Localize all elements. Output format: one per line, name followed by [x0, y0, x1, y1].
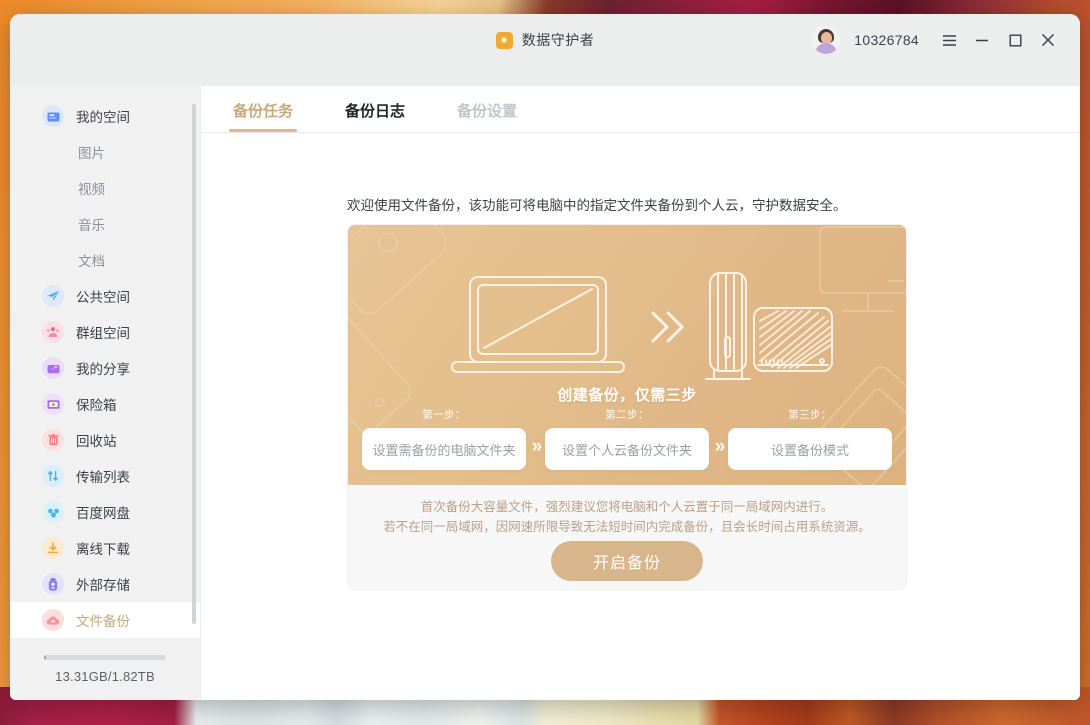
cta-container: 开启备份: [348, 541, 906, 581]
sidebar-item-my-space[interactable]: 我的空间: [10, 98, 200, 134]
storage-usage-label: 13.31GB/1.82TB: [10, 669, 200, 684]
sidebar-item-label: 保险箱: [76, 394, 117, 414]
backup-notice: 首次备份大容量文件，强烈建议您将电脑和个人云置于同一局域网内进行。 若不在同一局…: [348, 497, 906, 537]
minimize-icon[interactable]: [972, 30, 992, 50]
sidebar-item-label: 音乐: [78, 214, 105, 234]
sidebar-item-videos[interactable]: 视频: [10, 170, 200, 206]
sidebar-item-offline-download[interactable]: 离线下载: [10, 530, 200, 566]
download-icon: [42, 537, 64, 559]
sidebar-item-baidu-netdisk[interactable]: 百度网盘: [10, 494, 200, 530]
sidebar-item-label: 百度网盘: [76, 502, 130, 522]
sidebar-item-transfer-list[interactable]: 传输列表: [10, 458, 200, 494]
sidebar-item-file-backup[interactable]: 文件备份: [10, 602, 200, 638]
step-arrow-1-icon: »: [526, 436, 545, 458]
sidebar-item-label: 我的空间: [76, 106, 130, 126]
backup-intro-card: 创建备份，仅需三步 第一步： 设置需备份的电脑文件夹 » 第二步： 设置个人云备…: [347, 224, 907, 590]
hamburger-menu-icon[interactable]: [939, 30, 959, 50]
sidebar-item-external-storage[interactable]: 外部存储: [10, 566, 200, 602]
user-id-label[interactable]: 10326784: [854, 32, 919, 48]
backup-panel: 欢迎使用文件备份，该功能可将电脑中的指定文件夹备份到个人云，守护数据安全。: [201, 133, 1080, 700]
sidebar-item-safe-box[interactable]: 保险箱: [10, 386, 200, 422]
tab-backup-tasks[interactable]: 备份任务: [233, 100, 293, 132]
step-3: 第三步： 设置备份模式: [728, 407, 892, 470]
sidebar-nav: 我的空间 图片 视频 音乐 文档 公共空间: [10, 98, 200, 645]
sidebar-item-label: 图片: [78, 142, 105, 162]
window-body: 我的空间 图片 视频 音乐 文档 公共空间: [10, 86, 1080, 700]
hero-illustration: 创建备份，仅需三步 第一步： 设置需备份的电脑文件夹 » 第二步： 设置个人云备…: [348, 225, 906, 485]
sidebar-item-pictures[interactable]: 图片: [10, 134, 200, 170]
step-1-box[interactable]: 设置需备份的电脑文件夹: [362, 428, 526, 470]
step-1-label: 第一步：: [422, 407, 466, 422]
sidebar-item-label: 文件备份: [76, 610, 130, 630]
sidebar-item-label: 视频: [78, 178, 105, 198]
start-backup-button[interactable]: 开启备份: [551, 541, 703, 581]
sidebar: 我的空间 图片 视频 音乐 文档 公共空间: [10, 86, 200, 700]
title-bar: 数据守护者 10326784: [10, 14, 1080, 86]
tab-bar: 备份任务 备份日志 备份设置: [201, 86, 1080, 133]
sidebar-item-label: 我的分享: [76, 358, 130, 378]
app-title: 数据守护者: [522, 30, 595, 50]
tab-backup-logs[interactable]: 备份日志: [345, 100, 405, 132]
step-3-box[interactable]: 设置备份模式: [728, 428, 892, 470]
usb-drive-icon: [42, 573, 64, 595]
close-icon[interactable]: [1038, 30, 1058, 50]
window-controls: [939, 30, 1058, 50]
sidebar-item-my-shares[interactable]: 我的分享: [10, 350, 200, 386]
sidebar-scrollbar[interactable]: [192, 104, 196, 624]
safe-box-icon: [42, 393, 64, 415]
cloud-backup-icon: [42, 609, 64, 631]
folder-icon: [42, 105, 64, 127]
sidebar-item-documents[interactable]: 文档: [10, 242, 200, 278]
share-icon: [42, 357, 64, 379]
sidebar-item-label: 群组空间: [76, 322, 130, 342]
step-1: 第一步： 设置需备份的电脑文件夹: [362, 407, 526, 470]
baidu-netdisk-icon: [42, 501, 64, 523]
sidebar-item-label: 外部存储: [76, 574, 130, 594]
sidebar-item-recycle-bin[interactable]: 回收站: [10, 422, 200, 458]
step-3-label: 第三步：: [788, 407, 832, 422]
group-icon: [42, 321, 64, 343]
hero-title: 创建备份，仅需三步: [348, 384, 906, 405]
sidebar-item-music[interactable]: 音乐: [10, 206, 200, 242]
app-window: 数据守护者 10326784: [10, 14, 1080, 700]
storage-progress-fill: [44, 655, 46, 660]
sidebar-item-group-space[interactable]: 群组空间: [10, 314, 200, 350]
maximize-icon[interactable]: [1005, 30, 1025, 50]
step-arrow-2-icon: »: [709, 436, 728, 458]
sidebar-item-public-space[interactable]: 公共空间: [10, 278, 200, 314]
sidebar-item-label: 文档: [78, 250, 105, 270]
tab-backup-settings[interactable]: 备份设置: [457, 100, 517, 132]
step-2-box[interactable]: 设置个人云备份文件夹: [545, 428, 709, 470]
sidebar-item-label: 传输列表: [76, 466, 130, 486]
avatar-icon[interactable]: [812, 26, 840, 54]
step-2: 第二步： 设置个人云备份文件夹: [545, 407, 709, 470]
content-area: 备份任务 备份日志 备份设置 欢迎使用文件备份，该功能可将电脑中的指定文件夹备份…: [200, 86, 1080, 700]
step-2-label: 第二步：: [605, 407, 649, 422]
title-bar-right: 10326784: [812, 26, 1058, 54]
notice-line-2: 若不在同一局域网，因网速所限导致无法短时间内完成备份，且会长时间占用系统资源。: [348, 517, 906, 537]
transfer-icon: [42, 465, 64, 487]
sidebar-item-label: 公共空间: [76, 286, 130, 306]
steps-row: 第一步： 设置需备份的电脑文件夹 » 第二步： 设置个人云备份文件夹 » 第三步…: [348, 407, 906, 470]
send-icon: [42, 285, 64, 307]
sidebar-footer: 13.31GB/1.82TB: [10, 645, 200, 700]
trash-icon: [42, 429, 64, 451]
welcome-text: 欢迎使用文件备份，该功能可将电脑中的指定文件夹备份到个人云，守护数据安全。: [347, 194, 1080, 214]
notice-line-1: 首次备份大容量文件，强烈建议您将电脑和个人云置于同一局域网内进行。: [348, 497, 906, 517]
sidebar-item-label: 回收站: [76, 430, 117, 450]
storage-progress-bar: [44, 655, 166, 660]
sidebar-item-label: 离线下载: [76, 538, 130, 558]
app-logo-icon: [496, 32, 513, 49]
